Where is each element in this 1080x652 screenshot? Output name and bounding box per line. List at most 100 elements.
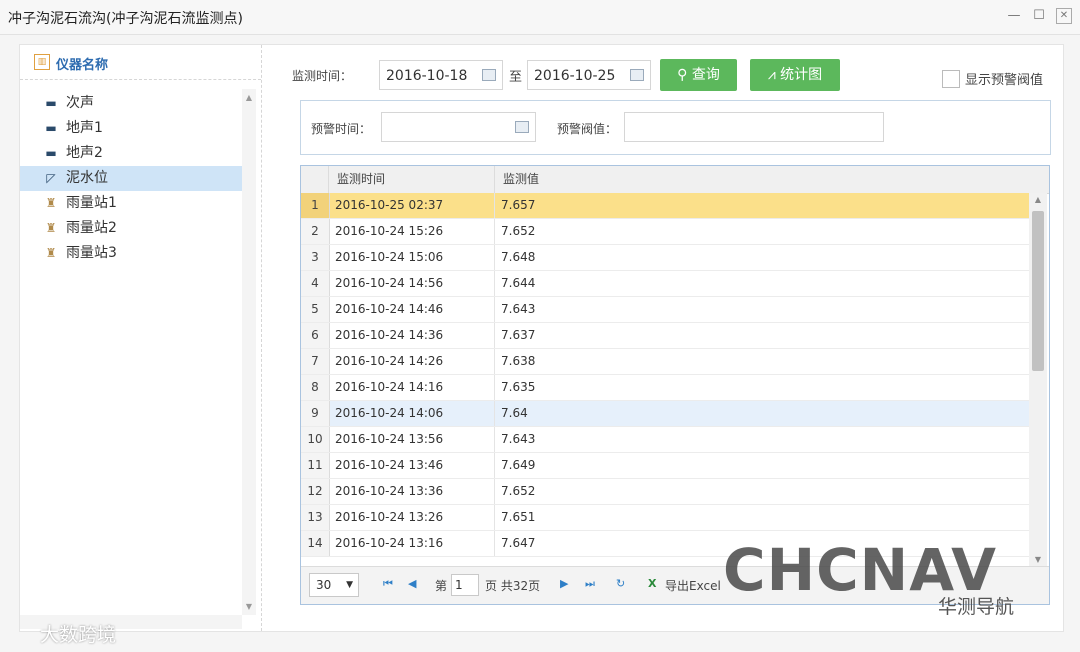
prev-page-icon[interactable]: ◀ [408, 577, 416, 590]
scrollbar-thumb[interactable] [1032, 211, 1044, 371]
table-row[interactable]: 9 2016-10-24 14:06 7.64 [301, 401, 1029, 427]
first-page-icon[interactable]: ⏮ [383, 577, 393, 591]
query-button[interactable]: ⚲ 查询 [660, 59, 737, 91]
instrument-tree: ▬ 次声 ▬ 地声1 ▬ 地声2 ◸ 泥水位 ♜ 雨量站1 ♜ 雨量站2 ♜ 雨量站3 [20, 91, 242, 266]
calendar-icon[interactable] [630, 69, 644, 81]
page-number-input[interactable]: 1 [451, 574, 479, 596]
show-threshold-checkbox[interactable] [942, 70, 960, 88]
column-header-time[interactable]: 监测时间 [329, 166, 495, 193]
table-row[interactable]: 1 2016-10-25 02:37 7.657 [301, 193, 1029, 219]
cell-value: 7.644 [501, 276, 536, 290]
table-row[interactable]: 7 2016-10-24 14:26 7.638 [301, 349, 1029, 375]
tree-item-label: 地声2 [66, 145, 103, 161]
tree-item[interactable]: ◸ 泥水位 [20, 166, 242, 191]
row-number: 2 [301, 219, 330, 244]
export-excel-button[interactable]: 导出Excel [665, 577, 721, 594]
column-divider [494, 479, 495, 504]
end-date-input[interactable]: 2016-10-25 [527, 60, 651, 90]
warn-value-label: 预警阀值： [557, 122, 618, 136]
warn-time-label: 预警时间： [311, 122, 372, 136]
tree-item[interactable]: ▬ 地声1 [20, 116, 242, 141]
tree-item-label: 泥水位 [66, 170, 108, 186]
scroll-up-icon[interactable]: ▲ [1029, 195, 1047, 204]
cell-value: 7.652 [501, 224, 536, 238]
row-number: 7 [301, 349, 330, 374]
cell-value: 7.652 [501, 484, 536, 498]
warn-time-input[interactable] [381, 112, 536, 142]
cell-time: 2016-10-24 14:26 [335, 354, 444, 368]
calendar-icon[interactable] [482, 69, 496, 81]
row-number: 10 [301, 427, 330, 452]
warn-value-input[interactable] [624, 112, 884, 142]
column-divider [494, 193, 495, 218]
tree-item-label: 地声1 [66, 120, 103, 136]
table-row[interactable]: 2 2016-10-24 15:26 7.652 [301, 219, 1029, 245]
table-row[interactable]: 8 2016-10-24 14:16 7.635 [301, 375, 1029, 401]
instrument-panel: ▥ 仪器名称 ▬ 次声 ▬ 地声1 ▬ 地声2 ◸ 泥水位 ♜ 雨量站1 ♜ 雨量站2 ♜ 雨量站3 ▲ … [20, 45, 262, 631]
refresh-icon[interactable]: ↻ [616, 577, 625, 590]
row-number: 14 [301, 531, 330, 556]
row-number: 4 [301, 271, 330, 296]
row-number: 13 [301, 505, 330, 530]
minimize-button[interactable]: — [1006, 8, 1022, 24]
tree-item[interactable]: ▬ 次声 [20, 91, 242, 116]
table-row[interactable]: 3 2016-10-24 15:06 7.648 [301, 245, 1029, 271]
column-divider [494, 505, 495, 530]
search-icon: ⚲ [677, 67, 688, 83]
table-row[interactable]: 6 2016-10-24 14:36 7.637 [301, 323, 1029, 349]
cell-time: 2016-10-24 14:46 [335, 302, 444, 316]
cell-value: 7.649 [501, 458, 536, 472]
cell-time: 2016-10-24 15:26 [335, 224, 444, 238]
level-icon: ◸ [46, 171, 56, 185]
table-row[interactable]: 11 2016-10-24 13:46 7.649 [301, 453, 1029, 479]
table-row[interactable]: 12 2016-10-24 13:36 7.652 [301, 479, 1029, 505]
cell-value: 7.651 [501, 510, 536, 524]
row-number: 9 [301, 401, 330, 426]
title-bar: 冲子沟泥石流沟(冲子沟泥石流监测点) — ☐ ✕ [0, 0, 1080, 35]
grid-scrollbar[interactable]: ▲ ▼ [1029, 193, 1047, 566]
tree-scrollbar[interactable]: ▲ ▼ [242, 89, 256, 615]
cell-time: 2016-10-24 13:26 [335, 510, 444, 524]
wechat-watermark: 华测导航 [938, 596, 1015, 618]
column-header-value[interactable]: 监测值 [495, 166, 1029, 193]
rain-gauge-icon: ♜ [45, 196, 57, 210]
cell-time: 2016-10-25 02:37 [335, 198, 444, 212]
table-row[interactable]: 5 2016-10-24 14:46 7.643 [301, 297, 1029, 323]
page-size-select[interactable]: 30 ▼ [309, 573, 359, 597]
tree-item-label: 雨量站3 [66, 245, 117, 261]
last-page-icon[interactable]: ⏭ [585, 577, 595, 591]
calendar-icon[interactable] [515, 121, 529, 133]
cell-time: 2016-10-24 13:16 [335, 536, 444, 550]
table-row[interactable]: 10 2016-10-24 13:56 7.643 [301, 427, 1029, 453]
maximize-button[interactable]: ☐ [1031, 8, 1047, 24]
grid-header: 监测时间 监测值 [301, 166, 1049, 194]
tree-item[interactable]: ♜ 雨量站1 [20, 191, 242, 216]
rain-gauge-icon: ♜ [45, 246, 57, 260]
source-watermark: 大数跨境 [40, 624, 117, 646]
instrument-panel-header: ▥ 仪器名称 [20, 45, 261, 80]
window-title: 冲子沟泥石流沟(冲子沟泥石流监测点) [8, 11, 243, 27]
tree-item[interactable]: ♜ 雨量站3 [20, 241, 242, 266]
row-number: 6 [301, 323, 330, 348]
excel-icon: X [648, 577, 657, 590]
row-number: 12 [301, 479, 330, 504]
table-row[interactable]: 13 2016-10-24 13:26 7.651 [301, 505, 1029, 531]
column-divider [494, 375, 495, 400]
start-date-input[interactable]: 2016-10-18 [379, 60, 503, 90]
scroll-down-icon[interactable]: ▼ [242, 602, 256, 611]
column-divider [494, 297, 495, 322]
tree-item[interactable]: ▬ 地声2 [20, 141, 242, 166]
next-page-icon[interactable]: ▶ [560, 577, 568, 590]
table-row[interactable]: 4 2016-10-24 14:56 7.644 [301, 271, 1029, 297]
cell-time: 2016-10-24 14:56 [335, 276, 444, 290]
cell-value: 7.635 [501, 380, 536, 394]
scroll-up-icon[interactable]: ▲ [242, 93, 256, 102]
tree-item[interactable]: ♜ 雨量站2 [20, 216, 242, 241]
dropdown-arrow-icon: ▼ [346, 580, 353, 590]
line-chart-icon: ⩘ [767, 67, 776, 83]
cell-value: 7.637 [501, 328, 536, 342]
close-button[interactable]: ✕ [1056, 8, 1072, 24]
cell-value: 7.657 [501, 198, 536, 212]
scroll-down-icon[interactable]: ▼ [1029, 555, 1047, 564]
chart-button[interactable]: ⩘ 统计图 [750, 59, 840, 91]
